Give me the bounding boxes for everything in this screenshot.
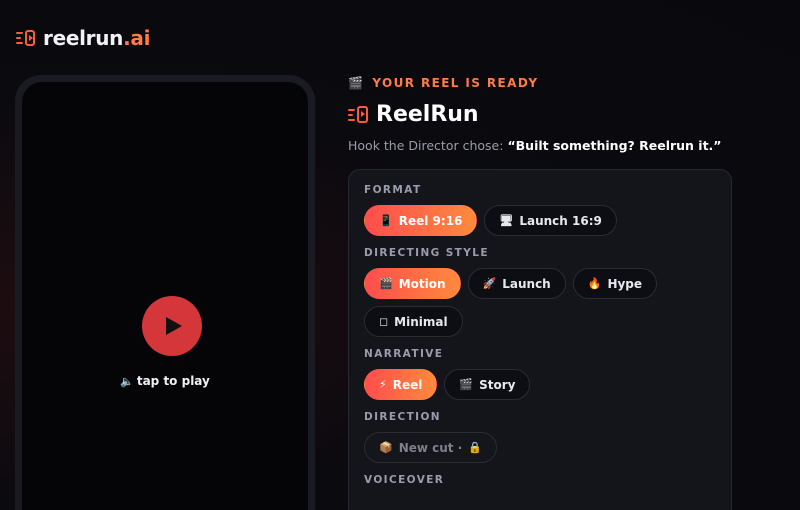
format-reel-9-16-button[interactable]: 📱 Reel 9:16	[364, 205, 478, 236]
direction-options: 📦 New cut · 🔒	[364, 432, 716, 463]
hook-quote: “Built something? Reelrun it.”	[507, 138, 722, 153]
voiceover-label: VOICEOVER	[364, 474, 445, 486]
reelrun-logo-icon	[16, 30, 35, 46]
desktop-icon: 🖥	[499, 214, 514, 227]
video-screen[interactable]: 🔈 tap to play	[22, 82, 308, 510]
style-motion-button[interactable]: 🎬 Motion	[364, 268, 461, 299]
brand-logo[interactable]: reelrun.ai	[16, 26, 150, 50]
style-minimal-button[interactable]: ◻ Minimal	[364, 306, 463, 337]
rocket-icon: 🚀	[482, 277, 497, 290]
style-launch-button[interactable]: 🚀 Launch	[467, 268, 566, 299]
direction-label: DIRECTION	[364, 411, 441, 423]
square-icon: ◻	[379, 315, 389, 328]
narrative-story-button[interactable]: 🎬 Story	[444, 369, 531, 400]
options-panel: FORMAT 📱 Reel 9:16 🖥 Launch 16:9 DIRECTING…	[348, 169, 732, 510]
phone-icon: 📱	[379, 214, 393, 227]
speaker-icon: 🔈	[120, 375, 134, 388]
clapperboard-icon: 🎬	[348, 76, 365, 90]
direction-new-cut-button[interactable]: 📦 New cut · 🔒	[364, 432, 497, 463]
narrative-label: NARRATIVE	[364, 348, 444, 360]
brand-name: reelrun.ai	[43, 26, 151, 50]
tap-to-play-hint[interactable]: 🔈 tap to play	[22, 374, 308, 388]
play-button[interactable]	[142, 296, 202, 356]
ready-eyebrow: 🎬 YOUR REEL IS READY	[348, 76, 539, 90]
lightning-icon: ⚡	[379, 378, 387, 391]
play-icon	[166, 317, 182, 335]
style-hype-button[interactable]: 🔥 Hype	[572, 268, 658, 299]
clapperboard-icon: 🎬	[459, 378, 474, 391]
directing-style-label: DIRECTING STYLE	[364, 247, 489, 259]
narrative-options: ⚡ Reel 🎬 Story	[364, 369, 716, 400]
result-panel: 🎬 YOUR REEL IS READY ReelRun Hook the Di…	[348, 76, 732, 510]
style-options: 🎬 Motion 🚀 Launch 🔥 Hype ◻ Minimal	[364, 268, 716, 337]
format-label: FORMAT	[364, 184, 422, 196]
reel-title-row: ReelRun	[348, 102, 732, 127]
narrative-reel-button[interactable]: ⚡ Reel	[364, 369, 438, 400]
fire-icon: 🔥	[587, 277, 602, 290]
hook-line: Hook the Director chose: “Built somethin…	[348, 138, 722, 153]
box-icon: 📦	[379, 441, 393, 454]
clapperboard-icon: 🎬	[379, 277, 393, 290]
reelrun-logo-icon	[348, 106, 368, 123]
format-launch-16-9-button[interactable]: 🖥 Launch 16:9	[484, 205, 617, 236]
format-options: 📱 Reel 9:16 🖥 Launch 16:9	[364, 205, 716, 236]
reel-title: ReelRun	[376, 102, 479, 127]
phone-preview: 🔈 tap to play	[15, 75, 315, 510]
lock-icon: 🔒	[468, 441, 482, 454]
